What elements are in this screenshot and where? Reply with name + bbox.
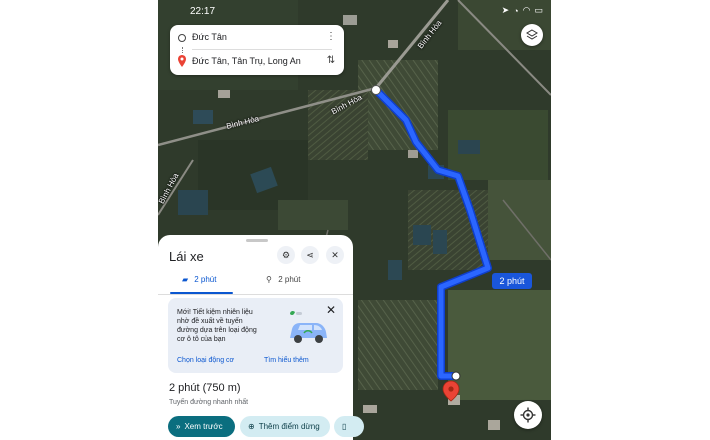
divider bbox=[192, 49, 332, 50]
my-location-button[interactable] bbox=[514, 401, 542, 429]
tune-icon: ⚙ bbox=[281, 250, 291, 260]
travel-mode-tabs: ▰ 2 phút ⚲ 2 phút bbox=[158, 272, 353, 295]
learn-more-link[interactable]: Tìm hiểu thêm bbox=[264, 357, 309, 364]
close-icon: ✕ bbox=[331, 250, 339, 260]
layers-button[interactable] bbox=[521, 24, 543, 46]
directions-card: Đức Tân ⋮ Đức Tân, Tân Trụ, Long An ⇅ bbox=[170, 25, 344, 75]
car-icon: ▰ bbox=[182, 275, 189, 284]
status-bar: 22:17 ➤ ◔ ◠ ▭ bbox=[158, 0, 551, 22]
add-stop-label: Thêm điểm dừng bbox=[258, 422, 320, 431]
sheet-drag-handle[interactable] bbox=[246, 239, 268, 242]
bell-icon: ◔ bbox=[513, 5, 519, 16]
route-eta-badge[interactable]: 2 phút bbox=[492, 273, 532, 289]
motorbike-icon: ⚲ bbox=[266, 275, 272, 284]
origin-input[interactable]: Đức Tân bbox=[192, 32, 227, 42]
info-line: nhờ đề xuất về tuyến bbox=[177, 318, 243, 325]
status-time: 22:17 bbox=[190, 6, 216, 17]
preview-button[interactable]: » Xem trước bbox=[168, 416, 235, 437]
tab-driving[interactable]: ▰ 2 phút bbox=[182, 275, 216, 284]
phone-screen: Bình Hòa Bình Hòa Bình Hòa Bình Hòa 2 ph… bbox=[158, 0, 551, 440]
origin-circle-icon bbox=[178, 34, 186, 42]
tab-motorbike-label: 2 phút bbox=[278, 275, 301, 284]
route-options-button[interactable]: ⚙ bbox=[277, 246, 295, 264]
active-tab-indicator bbox=[170, 292, 233, 294]
status-indicators: ➤ ◔ ◠ ▭ bbox=[502, 5, 543, 16]
swap-vertical-icon[interactable]: ⇅ bbox=[324, 54, 338, 68]
preview-label: Xem trước bbox=[184, 422, 223, 431]
add-stop-button[interactable]: ⊕ Thêm điểm dừng bbox=[240, 416, 330, 437]
add-stop-icon: ⊕ bbox=[248, 422, 255, 431]
tab-motorbike[interactable]: ⚲ 2 phút bbox=[266, 275, 300, 284]
eco-car-illustration bbox=[290, 310, 327, 343]
battery-icon: ▭ bbox=[534, 5, 543, 15]
destination-input[interactable]: Đức Tân, Tân Trụ, Long An bbox=[192, 56, 301, 66]
more-vert-icon[interactable]: ⋮ bbox=[324, 30, 338, 44]
directions-bottom-sheet: Lái xe ⚙ ⋖ ✕ ▰ 2 phút ⚲ 2 phút Mới! Tiết… bbox=[158, 235, 364, 440]
destination-pin-icon bbox=[178, 55, 186, 67]
route-start-marker bbox=[371, 85, 381, 95]
close-sheet-button[interactable]: ✕ bbox=[326, 246, 344, 264]
origin-row[interactable]: Đức Tân ⋮ bbox=[170, 27, 344, 49]
choose-engine-type-link[interactable]: Chọn loại động cơ bbox=[177, 357, 234, 364]
bookmark-icon: ▯ bbox=[342, 422, 347, 431]
info-line: Mới! Tiết kiệm nhiên liệu bbox=[177, 309, 253, 316]
route-duration: 2 phút (750 m) bbox=[169, 382, 241, 394]
fuel-saving-info-card: Mới! Tiết kiệm nhiên liệu nhờ đề xuất về… bbox=[168, 298, 343, 373]
info-card-text: Mới! Tiết kiệm nhiên liệu nhờ đề xuất về… bbox=[177, 308, 272, 344]
double-chevron-icon: » bbox=[176, 422, 181, 431]
tab-driving-label: 2 phút bbox=[194, 275, 217, 284]
my-location-icon bbox=[520, 407, 536, 423]
destination-row[interactable]: Đức Tân, Tân Trụ, Long An ⇅ bbox=[170, 51, 344, 73]
share-button[interactable]: ⋖ bbox=[301, 246, 319, 264]
sheet-title: Lái xe bbox=[169, 249, 204, 264]
location-icon: ➤ bbox=[501, 5, 510, 15]
info-line: đường dựa trên loại động bbox=[177, 327, 257, 334]
route-end-marker bbox=[451, 371, 461, 381]
share-icon: ⋖ bbox=[306, 250, 314, 260]
layers-icon bbox=[526, 29, 538, 40]
info-line: cơ ô tô của bạn bbox=[177, 336, 226, 343]
wifi-icon: ◠ bbox=[522, 5, 531, 15]
save-button[interactable]: ▯ bbox=[334, 416, 364, 437]
route-note: Tuyến đường nhanh nhất bbox=[169, 399, 249, 406]
